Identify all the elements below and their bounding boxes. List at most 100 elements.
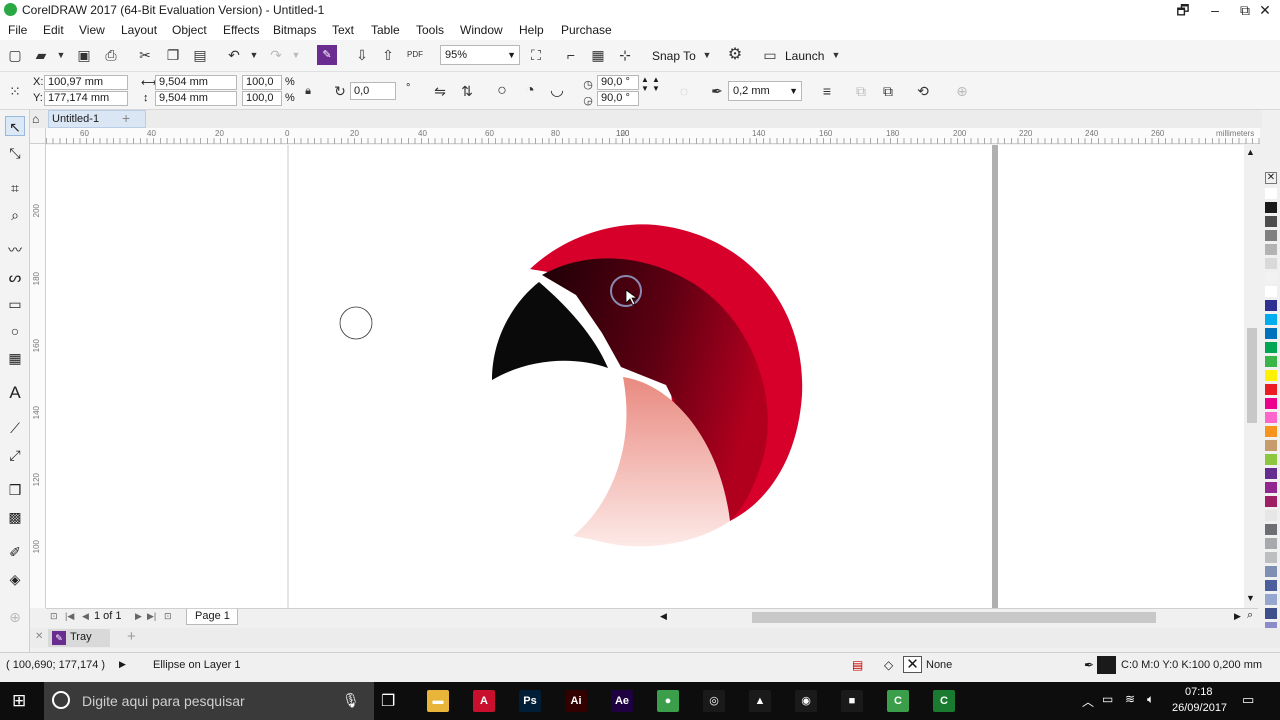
launch-chevron-down-icon[interactable]: ▼	[826, 45, 846, 65]
menu-window[interactable]: Window	[460, 23, 503, 37]
scroll-up-icon[interactable]: ▲	[1246, 147, 1255, 157]
scroll-left-icon[interactable]: ◀	[660, 611, 667, 622]
color-swatch[interactable]	[1265, 272, 1277, 283]
convert-to-curves-icon[interactable]: ⟲	[913, 81, 933, 101]
eyedropper-icon[interactable]: ✐	[5, 542, 25, 562]
color-swatch[interactable]	[1265, 188, 1277, 199]
clock-time[interactable]: 07:18	[1185, 686, 1213, 698]
to-front-icon[interactable]: ⧉	[878, 81, 898, 101]
zoom-tool-icon[interactable]: ⌕	[5, 205, 25, 225]
gear-icon[interactable]: ⚙	[725, 45, 745, 65]
menu-edit[interactable]: Edit	[43, 23, 64, 37]
color-swatch[interactable]	[1265, 314, 1277, 325]
scale-x-field[interactable]: 100,0	[242, 75, 282, 90]
color-swatch[interactable]	[1265, 300, 1277, 311]
color-swatch[interactable]	[1265, 258, 1277, 269]
menu-tools[interactable]: Tools	[416, 23, 444, 37]
add-tool-icon[interactable]: ⊕	[5, 607, 25, 627]
menu-help[interactable]: Help	[519, 23, 544, 37]
color-swatch[interactable]	[1265, 328, 1277, 339]
snap-chevron-down-icon[interactable]: ▼	[697, 45, 717, 65]
tab-untitled-1[interactable]: Untitled-1	[48, 110, 146, 128]
interactive-fill-icon[interactable]: ◈	[5, 569, 25, 589]
microphone-icon[interactable]: 🎙︎	[342, 692, 360, 709]
clock-date[interactable]: 26/09/2017	[1172, 702, 1227, 714]
menu-layout[interactable]: Layout	[121, 23, 157, 37]
end-angle-spinner-icon[interactable]: ▲ ▼	[652, 75, 660, 93]
menu-object[interactable]: Object	[172, 23, 207, 37]
corel-app-icon[interactable]: C	[933, 690, 955, 712]
arc-mode-icon[interactable]: ◡	[547, 81, 567, 101]
end-angle-field[interactable]: 90,0 °	[597, 91, 639, 106]
outline-width-dropdown[interactable]: 0,2 mm ▼	[728, 81, 802, 101]
ellipse-mode-icon[interactable]: ○	[492, 81, 512, 101]
artistic-media-icon[interactable]: ᔕ	[5, 267, 25, 287]
color-swatch[interactable]	[1265, 440, 1277, 451]
color-swatch[interactable]	[1265, 524, 1277, 535]
horizontal-scrollbar[interactable]: ◀ ▶ ⌕	[658, 608, 1258, 625]
taskbar-search-box[interactable]: Digite aqui para pesquisar 🎙︎	[44, 682, 374, 720]
color-swatch[interactable]	[1265, 552, 1277, 563]
vertical-scrollbar[interactable]: ▲ ▼	[1244, 145, 1260, 608]
print-icon[interactable]: ⎙	[101, 45, 121, 65]
mirror-vertical-icon[interactable]: ⇅	[457, 81, 477, 101]
copy-icon[interactable]: ❐	[163, 45, 183, 65]
horizontal-scroll-thumb[interactable]	[752, 612, 1156, 623]
show-rulers-icon[interactable]: ⌐	[561, 45, 581, 65]
color-swatch[interactable]	[1265, 342, 1277, 353]
page-tab[interactable]: Page 1	[186, 609, 238, 625]
import-icon[interactable]: ⇩	[352, 45, 372, 65]
parallel-dimension-icon[interactable]: ⟋	[5, 418, 25, 438]
polygon-tool-icon[interactable]: ▦	[5, 348, 25, 368]
vertical-scroll-thumb[interactable]	[1247, 328, 1257, 423]
menu-effects[interactable]: Effects	[223, 23, 259, 37]
first-page-arrow-icon[interactable]: |◀	[65, 611, 74, 622]
zoom-level-dropdown[interactable]: 95% ▼	[440, 45, 520, 65]
scroll-right-icon[interactable]: ▶	[1234, 611, 1241, 622]
connector-tool-icon[interactable]: ⤢	[5, 445, 25, 465]
arc-direction-icon[interactable]: ◌	[674, 81, 694, 101]
coreldraw-icon[interactable]: ●	[657, 690, 679, 712]
battery-icon[interactable]: ▭	[1102, 692, 1113, 706]
photoshop-icon[interactable]: Ps	[519, 690, 541, 712]
menu-purchase[interactable]: Purchase	[561, 23, 612, 37]
color-swatch[interactable]	[1265, 580, 1277, 591]
undo-dropdown-icon[interactable]: ▼	[244, 45, 264, 65]
blender-icon[interactable]: ◎	[703, 690, 725, 712]
chevron-up-icon[interactable]: ︿	[1082, 693, 1094, 710]
undo-icon[interactable]: ↶	[224, 45, 244, 65]
rotate-icon[interactable]: ↻	[330, 81, 350, 101]
show-grid-icon[interactable]: ▦	[588, 45, 608, 65]
color-swatch[interactable]	[1265, 482, 1277, 493]
launch-dropdown[interactable]: Launch	[785, 49, 824, 63]
mirror-horizontal-icon[interactable]: ⇋	[430, 81, 450, 101]
wifi-icon[interactable]: ≋	[1125, 692, 1135, 706]
add-document-icon[interactable]: +	[122, 110, 130, 126]
no-fill-swatch-icon[interactable]: ✕	[903, 656, 922, 673]
vertical-ruler[interactable]: 200 180 160 140 120 100	[30, 144, 46, 608]
color-swatch[interactable]	[1265, 608, 1277, 619]
outline-color-swatch[interactable]	[1097, 656, 1116, 674]
file-explorer-icon[interactable]: ▬	[427, 690, 449, 712]
scale-y-field[interactable]: 100,0	[242, 91, 282, 106]
shape-tool-icon[interactable]: ⤡	[5, 143, 25, 163]
menu-table[interactable]: Table	[371, 23, 400, 37]
chrome-icon[interactable]: ◉	[795, 690, 817, 712]
menu-bitmaps[interactable]: Bitmaps	[273, 23, 316, 37]
first-page-icon[interactable]: ⊡	[50, 611, 58, 622]
object-origin-icon[interactable]: ⁙	[5, 81, 25, 101]
show-guidelines-icon[interactable]: ⊹	[615, 45, 635, 65]
next-page-icon[interactable]: ▶	[135, 611, 142, 622]
save-icon[interactable]: ▣	[74, 45, 94, 65]
height-field[interactable]: 9,504 mm	[155, 91, 237, 106]
new-document-icon[interactable]: ▢	[5, 45, 25, 65]
color-swatch[interactable]	[1265, 356, 1277, 367]
crop-tool-icon[interactable]: ⌗	[5, 178, 25, 198]
color-swatch[interactable]	[1265, 230, 1277, 241]
y-position-field[interactable]: 177,174 mm	[44, 91, 128, 106]
open-dropdown-icon[interactable]: ▼	[51, 45, 71, 65]
ruler-origin[interactable]	[30, 128, 46, 144]
task-view-icon[interactable]: ❐	[381, 691, 395, 711]
restore-help-icon[interactable]: 🗗	[1168, 0, 1198, 20]
sticky-notes-icon[interactable]: ■	[841, 690, 863, 712]
